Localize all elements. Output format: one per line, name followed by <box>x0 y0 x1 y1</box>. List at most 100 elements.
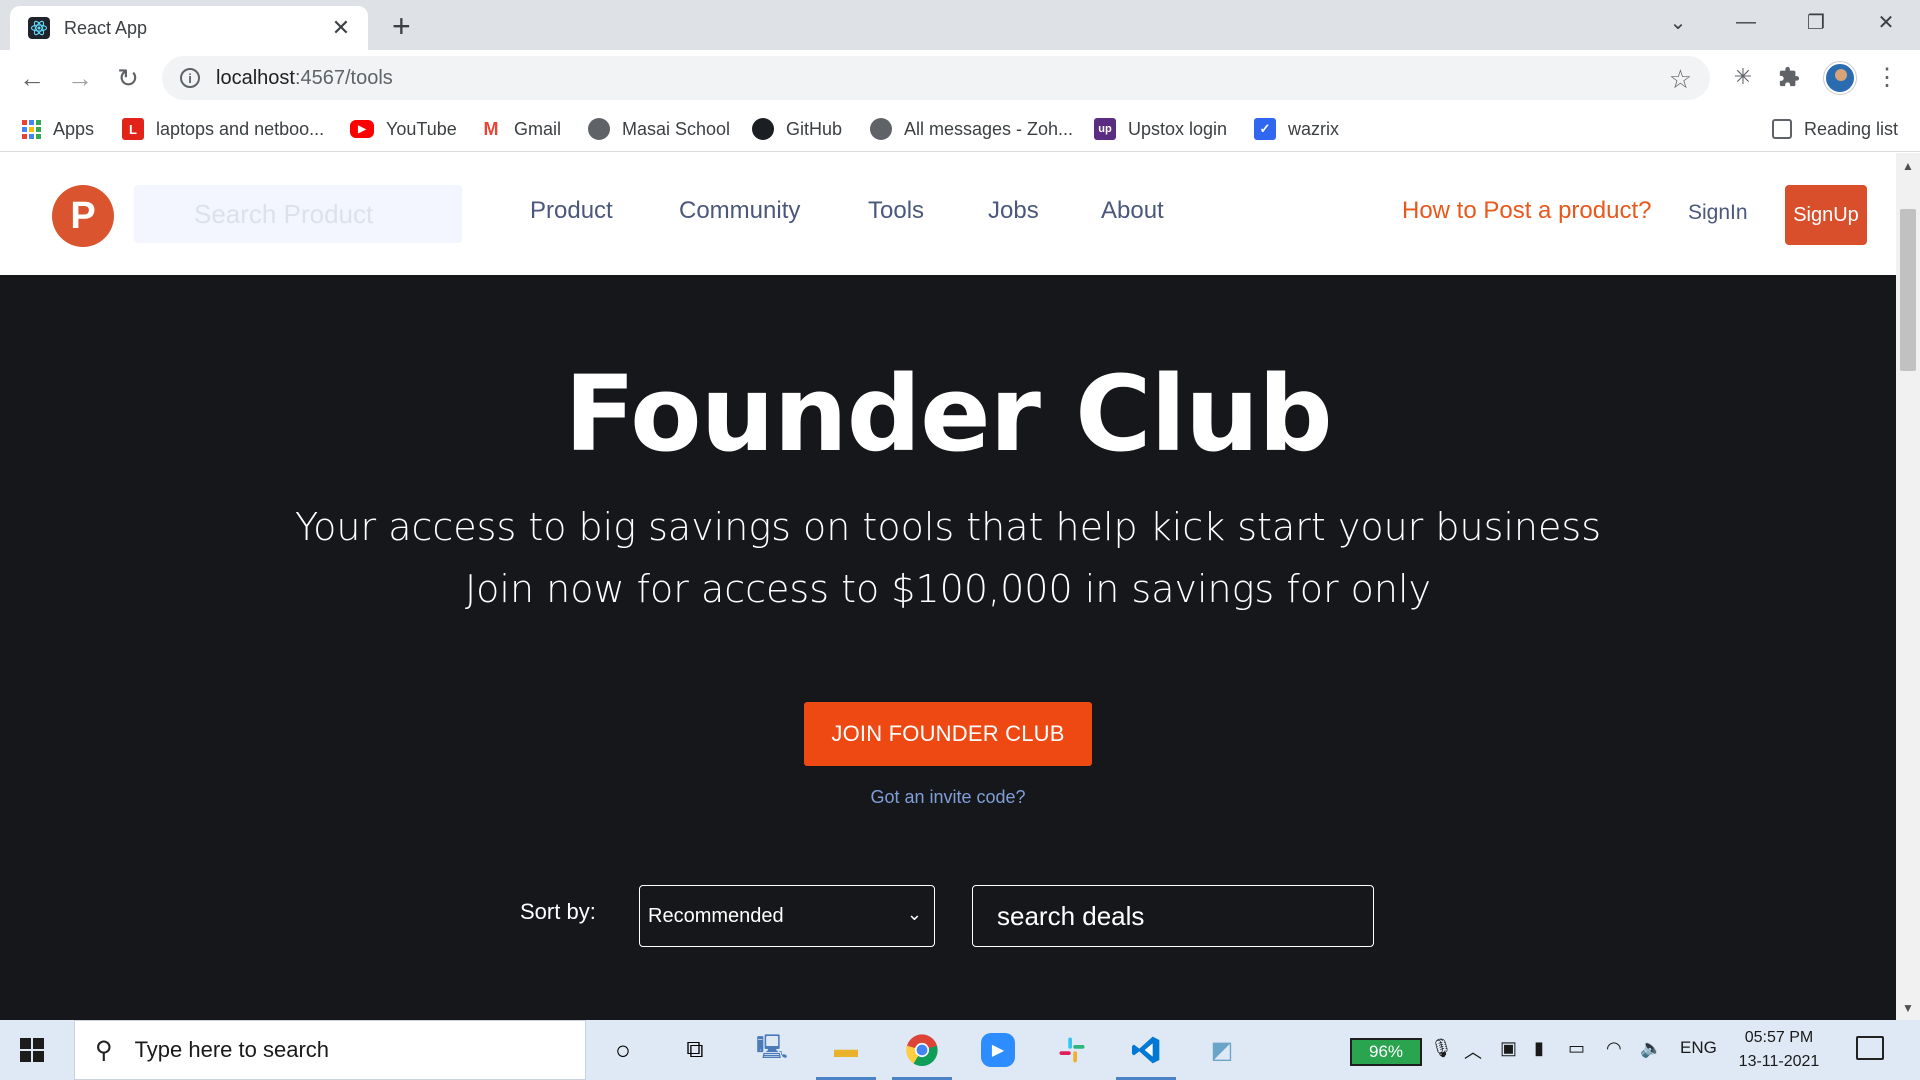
chevron-down-icon: ⌄ <box>906 904 922 924</box>
mic-icon[interactable]: 🎙 <box>1430 1038 1453 1059</box>
battery-icon[interactable]: ▭ <box>1568 1038 1585 1059</box>
task-view-icon[interactable]: ⧉ <box>675 1030 715 1070</box>
browser-tab[interactable]: React App ✕ <box>10 6 368 50</box>
chevron-up-icon[interactable]: ︿ <box>1464 1038 1482 1064</box>
nav-about[interactable]: About <box>1101 197 1164 225</box>
react-icon <box>28 17 50 39</box>
minimize-icon[interactable]: — <box>1716 6 1776 38</box>
clock[interactable]: 05:57 PM 13-11-2021 <box>1734 1026 1824 1074</box>
site-header: P Product Community Tools Jobs About How… <box>0 153 1896 275</box>
restore-icon[interactable]: ❐ <box>1786 6 1846 38</box>
bookmark-wazrix[interactable]: ✓ wazrix <box>1254 116 1339 142</box>
search-deals-input[interactable] <box>972 885 1374 947</box>
bookmark-masai[interactable]: Masai School <box>588 116 730 142</box>
logo[interactable]: P <box>52 185 114 247</box>
scroll-down-icon[interactable]: ▼ <box>1902 1001 1914 1015</box>
apps-grid-icon <box>22 119 41 139</box>
wifi-icon[interactable]: ◠ <box>1606 1038 1622 1059</box>
bookmark-github[interactable]: GitHub <box>752 116 842 142</box>
url-host: localhost <box>216 66 295 89</box>
bookmark-gmail[interactable]: M Gmail <box>480 116 561 142</box>
tab-search-icon[interactable]: ⌄ <box>1648 6 1708 38</box>
scroll-thumb[interactable] <box>1900 209 1916 371</box>
battery-indicator[interactable]: 96% <box>1350 1038 1422 1066</box>
nav-community[interactable]: Community <box>679 197 800 225</box>
chrome-icon[interactable] <box>892 1030 952 1080</box>
profile-avatar[interactable] <box>1824 62 1856 94</box>
upstox-icon: up <box>1094 118 1116 140</box>
clock-date: 13-11-2021 <box>1738 1053 1820 1070</box>
invite-code-link[interactable]: Got an invite code? <box>0 787 1896 808</box>
site-info-icon[interactable]: i <box>180 68 200 88</box>
signup-button[interactable]: SignUp <box>1785 185 1867 245</box>
bookmark-label: wazrix <box>1288 118 1340 139</box>
search-product-input[interactable] <box>134 185 462 243</box>
bookmark-apps[interactable]: Apps <box>22 116 94 142</box>
clock-time: 05:57 PM <box>1744 1029 1814 1046</box>
reading-list[interactable]: Reading list <box>1772 116 1898 142</box>
browser-tab-strip: React App ✕ + ⌄ — ❐ ✕ <box>0 0 1920 50</box>
notepad-icon[interactable]: ◩ <box>1202 1030 1242 1070</box>
forward-icon[interactable]: → <box>64 62 96 94</box>
signin-link[interactable]: SignIn <box>1688 201 1748 225</box>
bookmark-star-icon[interactable]: ☆ <box>1669 64 1692 95</box>
bookmark-label: GitHub <box>786 118 843 139</box>
close-tab-icon[interactable]: ✕ <box>328 15 354 41</box>
language-indicator[interactable]: ENG <box>1680 1038 1717 1058</box>
bookmark-label: All messages - Zoh... <box>904 118 1074 139</box>
sort-select[interactable]: Recommended ⌄ <box>639 885 935 947</box>
extensions-puzzle-icon[interactable] <box>1772 60 1806 94</box>
bookmark-zoho[interactable]: All messages - Zoh... <box>870 116 1073 142</box>
bookmark-lenovo[interactable]: L laptops and netboo... <box>122 116 324 142</box>
meet-icon[interactable]: ▣ <box>1500 1038 1517 1059</box>
tab-title: React App <box>64 17 148 38</box>
file-explorer-icon[interactable]: ▬ <box>816 1030 876 1080</box>
bookmarks-bar: Apps L laptops and netboo... ▶ YouTube M… <box>0 106 1920 152</box>
youtube-icon: ▶ <box>350 120 374 138</box>
bookmark-label: Gmail <box>514 118 562 139</box>
page-scrollbar[interactable]: ▲ ▼ <box>1896 153 1920 1020</box>
new-tab-icon[interactable]: + <box>392 8 411 45</box>
wazirx-icon: ✓ <box>1254 118 1276 140</box>
sort-value: Recommended <box>648 904 784 927</box>
github-icon <box>752 118 774 140</box>
zoom-icon[interactable]: ▶ <box>978 1030 1018 1070</box>
gmail-icon: M <box>480 118 502 140</box>
globe-icon <box>870 118 892 140</box>
slack-icon[interactable] <box>1052 1030 1092 1070</box>
hero-offer: Join now for access to $100,000 in savin… <box>464 567 1432 611</box>
microphone-icon[interactable]: ▮ <box>1534 1038 1544 1059</box>
bookmark-label: YouTube <box>386 118 457 139</box>
bookmark-label: laptops and netboo... <box>156 118 325 139</box>
menu-kebab-icon[interactable]: ⋮ <box>1870 60 1904 94</box>
bookmark-label: Masai School <box>622 118 731 139</box>
notification-icon[interactable] <box>1856 1036 1884 1060</box>
address-bar[interactable]: i localhost:4567/tools ☆ <box>162 56 1710 100</box>
lenovo-icon: L <box>122 118 144 140</box>
nav-jobs[interactable]: Jobs <box>988 197 1039 225</box>
computer-icon[interactable]: 🖳 <box>752 1030 792 1070</box>
bookmark-youtube[interactable]: ▶ YouTube <box>350 116 457 142</box>
reload-icon[interactable]: ↻ <box>112 62 144 94</box>
volume-icon[interactable]: 🔈 <box>1640 1038 1662 1059</box>
cortana-icon[interactable]: ○ <box>603 1030 643 1070</box>
search-icon: ⚲ <box>95 1036 113 1064</box>
join-founder-club-button[interactable]: JOIN FOUNDER CLUB <box>804 702 1092 766</box>
hero-title: Founder Club <box>564 353 1332 475</box>
how-to-post-link[interactable]: How to Post a product? <box>1402 197 1651 225</box>
close-window-icon[interactable]: ✕ <box>1856 6 1916 38</box>
bookmark-label: Upstox login <box>1128 118 1228 139</box>
sort-label: Sort by: <box>520 899 596 924</box>
back-icon[interactable]: ← <box>16 62 48 94</box>
scroll-up-icon[interactable]: ▲ <box>1902 159 1914 173</box>
windows-start-icon[interactable] <box>20 1038 44 1062</box>
nav-tools[interactable]: Tools <box>868 197 924 225</box>
url-path: :4567/tools <box>294 66 393 89</box>
reading-list-icon <box>1772 119 1792 139</box>
nav-product[interactable]: Product <box>530 197 613 225</box>
bookmark-upstox[interactable]: up Upstox login <box>1094 116 1227 142</box>
vscode-icon[interactable] <box>1116 1030 1176 1080</box>
browser-toolbar: ← → ↻ i localhost:4567/tools ☆ ✳ ⋮ <box>0 50 1920 106</box>
extension-bug-icon[interactable]: ✳ <box>1726 60 1760 94</box>
taskbar-search[interactable]: ⚲ Type here to search <box>74 1020 586 1080</box>
